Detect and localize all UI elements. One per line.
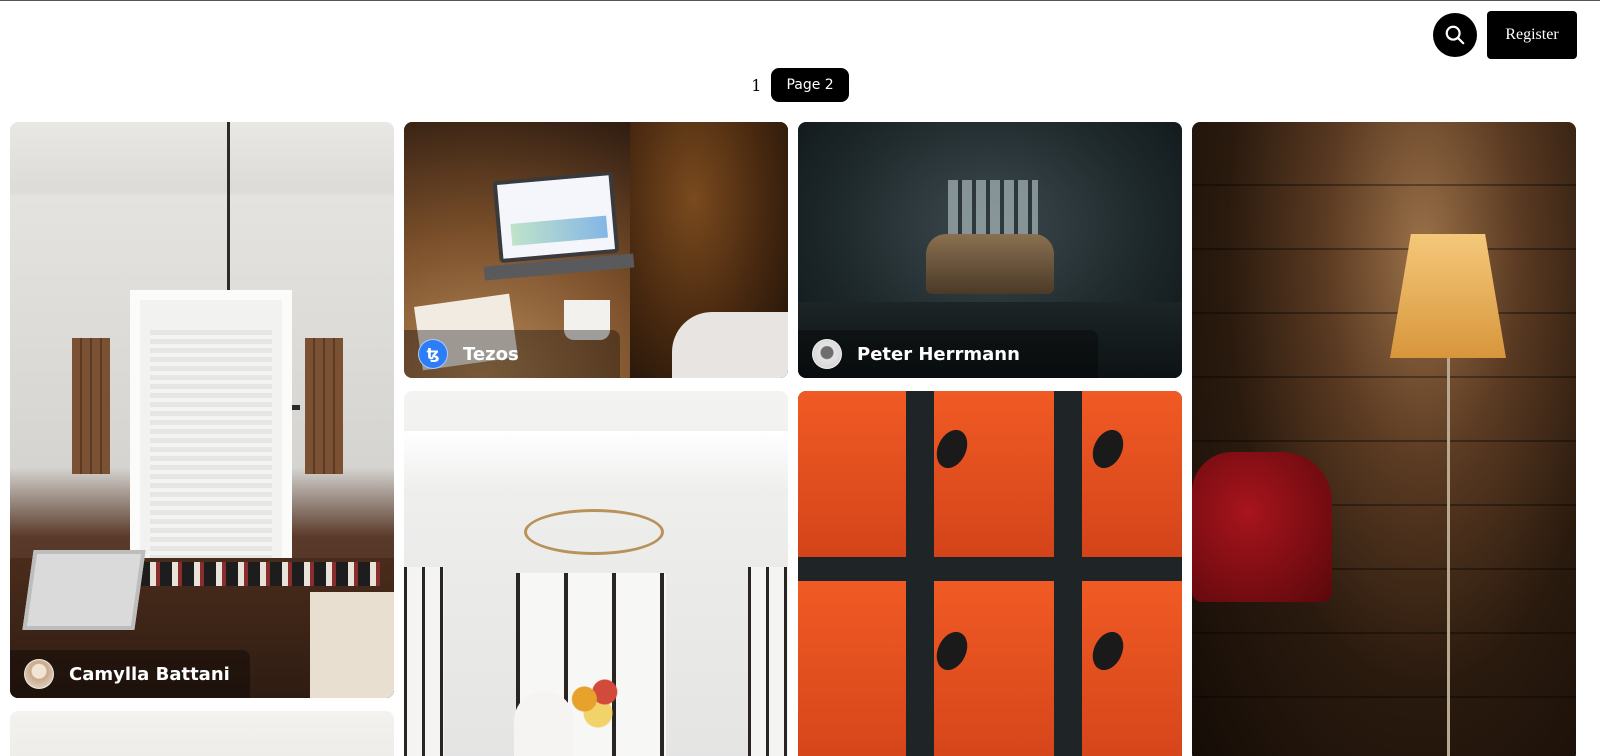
photo-tile-family-dining[interactable]	[404, 391, 788, 756]
photo-detail	[22, 550, 146, 630]
avatar	[812, 339, 842, 369]
photographer-name: Tezos	[463, 343, 519, 365]
photo-detail	[72, 338, 110, 474]
avatar	[24, 659, 54, 689]
photo-detail	[798, 391, 906, 557]
photo-detail	[564, 671, 632, 741]
photo-detail	[310, 592, 394, 698]
photo-detail	[1082, 581, 1182, 756]
photo-detail	[524, 509, 664, 555]
photographer-name: Peter Herrmann	[857, 343, 1020, 365]
photo-detail	[404, 567, 444, 756]
photo-tile-dining-room[interactable]: Camylla Battani	[10, 122, 394, 698]
photo-tile-partial[interactable]	[10, 711, 394, 756]
page-1-link[interactable]: 1	[751, 76, 761, 95]
photo-detail	[926, 234, 1054, 294]
photo-credit[interactable]: ꜩ Tezos	[404, 330, 620, 378]
current-page-indicator[interactable]: Page 2	[771, 68, 849, 102]
photo-detail	[1082, 391, 1182, 557]
photo-tile-orange-lockers[interactable]	[798, 391, 1182, 756]
photo-credit[interactable]: Peter Herrmann	[798, 330, 1098, 378]
pagination: 1 Page 2	[0, 68, 1600, 102]
photo-credit[interactable]: Camylla Battani	[10, 650, 250, 698]
photo-detail	[748, 567, 788, 756]
photo-tile-floor-lamp[interactable]	[1192, 122, 1576, 756]
photo-detail	[672, 312, 788, 378]
top-border	[0, 0, 1600, 1]
photographer-name: Camylla Battani	[69, 663, 230, 685]
photo-detail	[798, 581, 906, 756]
search-button[interactable]	[1433, 13, 1477, 57]
photo-tile-laptop[interactable]: ꜩ Tezos	[404, 122, 788, 378]
photo-detail	[492, 170, 620, 264]
photo-tile-abandoned-room[interactable]: Peter Herrmann	[798, 122, 1182, 378]
photo-detail	[1447, 358, 1450, 756]
photo-detail	[1192, 452, 1332, 602]
tezos-logo-icon: ꜩ	[418, 339, 448, 369]
search-icon	[1445, 25, 1465, 45]
photo-detail	[1192, 122, 1576, 756]
photo-detail	[305, 338, 343, 474]
register-button[interactable]: Register	[1487, 11, 1577, 59]
photo-detail	[948, 180, 1038, 242]
photo-detail	[404, 431, 788, 495]
photo-detail	[934, 391, 1054, 557]
